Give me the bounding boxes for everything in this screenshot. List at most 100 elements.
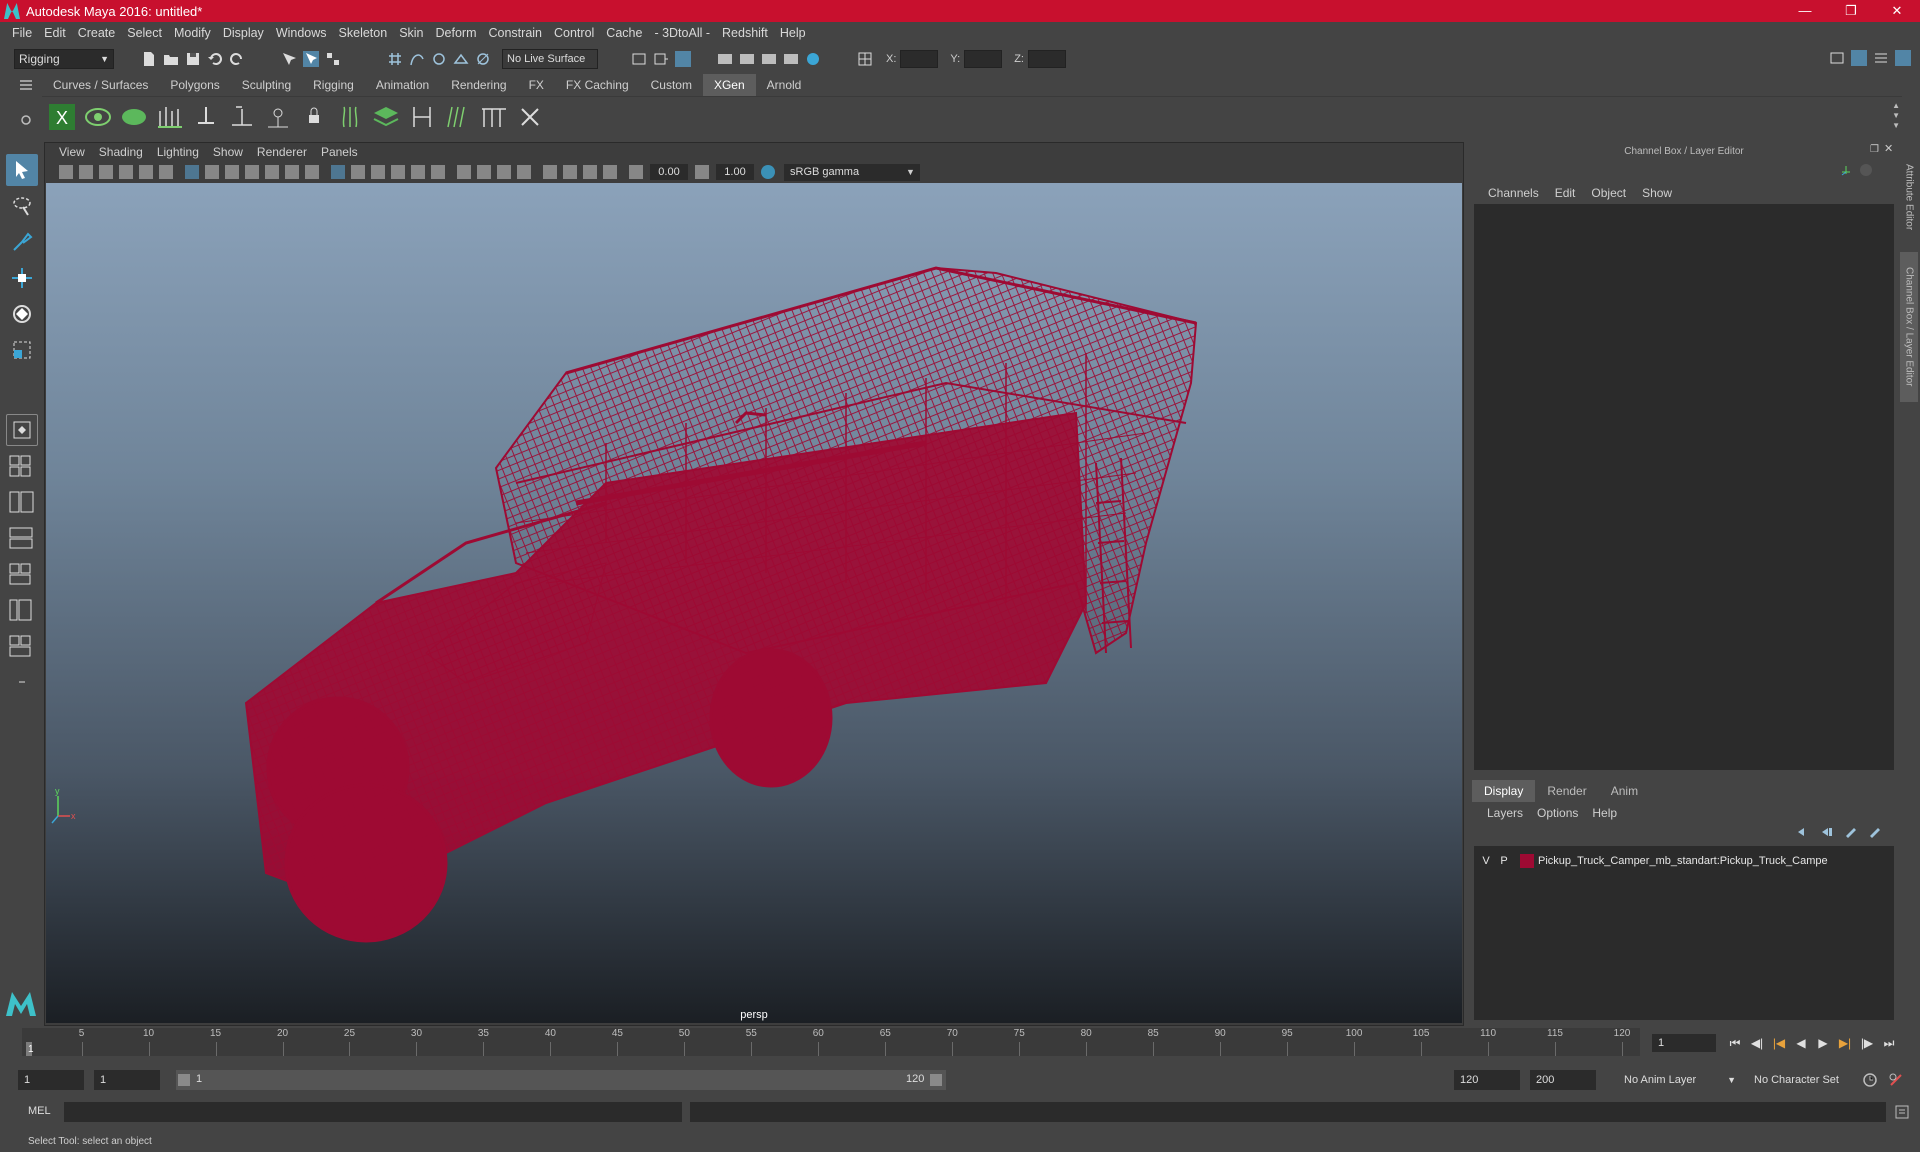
move-layer-down-icon[interactable] [1820, 826, 1834, 838]
default-material-icon[interactable] [371, 165, 385, 179]
shelf-tab-polygons[interactable]: Polygons [159, 74, 230, 96]
shelf-tab-fx-caching[interactable]: FX Caching [555, 74, 640, 96]
channel-box-toggle-icon[interactable] [1895, 50, 1911, 66]
move-layer-up-icon[interactable] [1796, 826, 1810, 838]
select-object-icon[interactable] [303, 51, 319, 67]
script-editor-icon[interactable] [1894, 1104, 1910, 1120]
menu-control[interactable]: Control [548, 26, 600, 40]
xgen-hair-icon[interactable] [336, 103, 364, 131]
transform-mode-icon[interactable] [857, 51, 873, 67]
xgen-layer-icon[interactable] [372, 103, 400, 131]
smooth-shade-icon[interactable] [351, 165, 365, 179]
safe-action-icon[interactable] [285, 165, 299, 179]
construction-history-icon[interactable] [675, 51, 691, 67]
viewport-scene[interactable]: y x persp [46, 183, 1462, 1023]
shelf-tab-rendering[interactable]: Rendering [440, 74, 517, 96]
xgen-guides-icon[interactable] [156, 103, 184, 131]
xgen-create-description-icon[interactable] [120, 103, 148, 131]
z-field[interactable] [1027, 50, 1066, 68]
shelf-settings-icon[interactable] [20, 114, 32, 126]
shelf-tab-xgen[interactable]: XGen [702, 74, 756, 96]
layer-menu-layers[interactable]: Layers [1480, 806, 1530, 820]
character-set-dropdown[interactable]: No Character Set [1750, 1070, 1866, 1090]
persp-outliner-layout-icon[interactable] [6, 486, 38, 518]
single-perspective-layout-icon[interactable] [6, 414, 38, 446]
viewport-menu-view[interactable]: View [52, 145, 92, 159]
open-scene-icon[interactable] [163, 51, 179, 67]
menu-file[interactable]: File [6, 26, 38, 40]
shelf-tab-custom[interactable]: Custom [640, 74, 703, 96]
ambient-occlusion-icon[interactable] [477, 165, 491, 179]
side-tab-attribute-editor[interactable]: Attribute Editor [1900, 152, 1918, 242]
layer-playback-toggle[interactable]: P [1498, 855, 1510, 867]
go-to-end-icon[interactable]: ⏭ [1880, 1034, 1898, 1052]
wireframe-on-shaded-icon[interactable] [391, 165, 405, 179]
playback-start-field[interactable]: 1 [94, 1070, 160, 1090]
output-ops-icon[interactable] [653, 51, 669, 67]
channel-box-body[interactable] [1474, 204, 1894, 770]
layer-menu-options[interactable]: Options [1530, 806, 1585, 820]
menu-deform[interactable]: Deform [430, 26, 483, 40]
snap-view-plane-icon[interactable] [453, 51, 469, 67]
shelf-tab-rigging[interactable]: Rigging [302, 74, 365, 96]
play-forwards-icon[interactable]: ▶ [1814, 1034, 1832, 1052]
minimize-button[interactable]: — [1782, 0, 1828, 22]
xgen-preview-icon[interactable] [84, 103, 112, 131]
paint-select-tool-icon[interactable] [6, 226, 38, 258]
layer-tab-render[interactable]: Render [1535, 780, 1598, 802]
x-ray-joints-icon[interactable] [583, 165, 597, 179]
xgen-interactive-groom-icon[interactable] [408, 103, 436, 131]
live-surface-field[interactable]: No Live Surface [502, 49, 598, 69]
menu-3dtoall[interactable]: - 3DtoAll - [648, 26, 716, 40]
viewport-menu-renderer[interactable]: Renderer [250, 145, 314, 159]
gamma-field[interactable]: 1.00 [716, 164, 754, 180]
redo-icon[interactable] [229, 51, 245, 67]
range-slider-start-handle[interactable] [178, 1074, 190, 1086]
undo-icon[interactable] [207, 51, 223, 67]
shelf-tab-arnold[interactable]: Arnold [756, 74, 813, 96]
step-back-frame-icon[interactable]: ◀| [1748, 1034, 1766, 1052]
input-ops-icon[interactable] [631, 51, 647, 67]
auto-key-icon[interactable] [1862, 1072, 1878, 1088]
film-gate-icon[interactable] [205, 165, 219, 179]
xgen-sculpt-guide-icon[interactable] [264, 103, 292, 131]
xgen-editor-icon[interactable]: X [48, 103, 76, 131]
pickup-truck-camper-wireframe[interactable]: y x [46, 183, 1462, 1023]
new-layer-selected-icon[interactable] [1868, 826, 1882, 838]
layer-visibility-toggle[interactable]: V [1480, 855, 1492, 867]
close-panel-icon[interactable]: ✕ [1884, 142, 1893, 155]
attribute-editor-toggle-icon[interactable] [1851, 50, 1867, 66]
new-scene-icon[interactable] [141, 51, 157, 67]
shelf-scroll-arrows[interactable]: ▲ ▼ ▼ [1892, 101, 1900, 131]
ipr-render-icon[interactable] [761, 51, 777, 67]
make-live-icon[interactable] [475, 51, 491, 67]
playback-end-field[interactable]: 120 [1454, 1070, 1520, 1090]
field-chart-icon[interactable] [265, 165, 279, 179]
move-tool-icon[interactable] [6, 262, 38, 294]
menu-redshift[interactable]: Redshift [716, 26, 774, 40]
save-scene-icon[interactable] [185, 51, 201, 67]
snap-point-icon[interactable] [431, 51, 447, 67]
menu-create[interactable]: Create [72, 26, 122, 40]
menu-select[interactable]: Select [121, 26, 168, 40]
menu-help[interactable]: Help [774, 26, 812, 40]
camera-attributes-icon[interactable] [79, 165, 93, 179]
shelf-tab-sculpting[interactable]: Sculpting [231, 74, 302, 96]
grid-icon[interactable] [185, 165, 199, 179]
layer-tab-display[interactable]: Display [1472, 780, 1536, 802]
channel-menu-show[interactable]: Show [1634, 186, 1680, 200]
menu-skin[interactable]: Skin [393, 26, 429, 40]
viewport-menu-lighting[interactable]: Lighting [150, 145, 206, 159]
step-forward-frame-icon[interactable]: |▶ [1858, 1034, 1876, 1052]
range-slider[interactable]: 1 120 [176, 1070, 946, 1090]
bookmark-icon[interactable] [99, 165, 113, 179]
wireframe-icon[interactable] [331, 165, 345, 179]
channel-sync-icon[interactable] [1860, 164, 1872, 176]
persp-graph-layout-icon[interactable] [6, 522, 38, 554]
menu-display[interactable]: Display [217, 26, 270, 40]
exposure-icon[interactable] [629, 165, 643, 179]
snap-grid-icon[interactable] [387, 51, 403, 67]
outliner-persp-layout-icon[interactable] [6, 594, 38, 626]
time-slider[interactable]: 5 10 15 20 25 30 35 40 45 50 55 60 65 70 75 80 85 90 95 100… [22, 1028, 1640, 1056]
animation-preferences-icon[interactable] [1888, 1072, 1904, 1088]
